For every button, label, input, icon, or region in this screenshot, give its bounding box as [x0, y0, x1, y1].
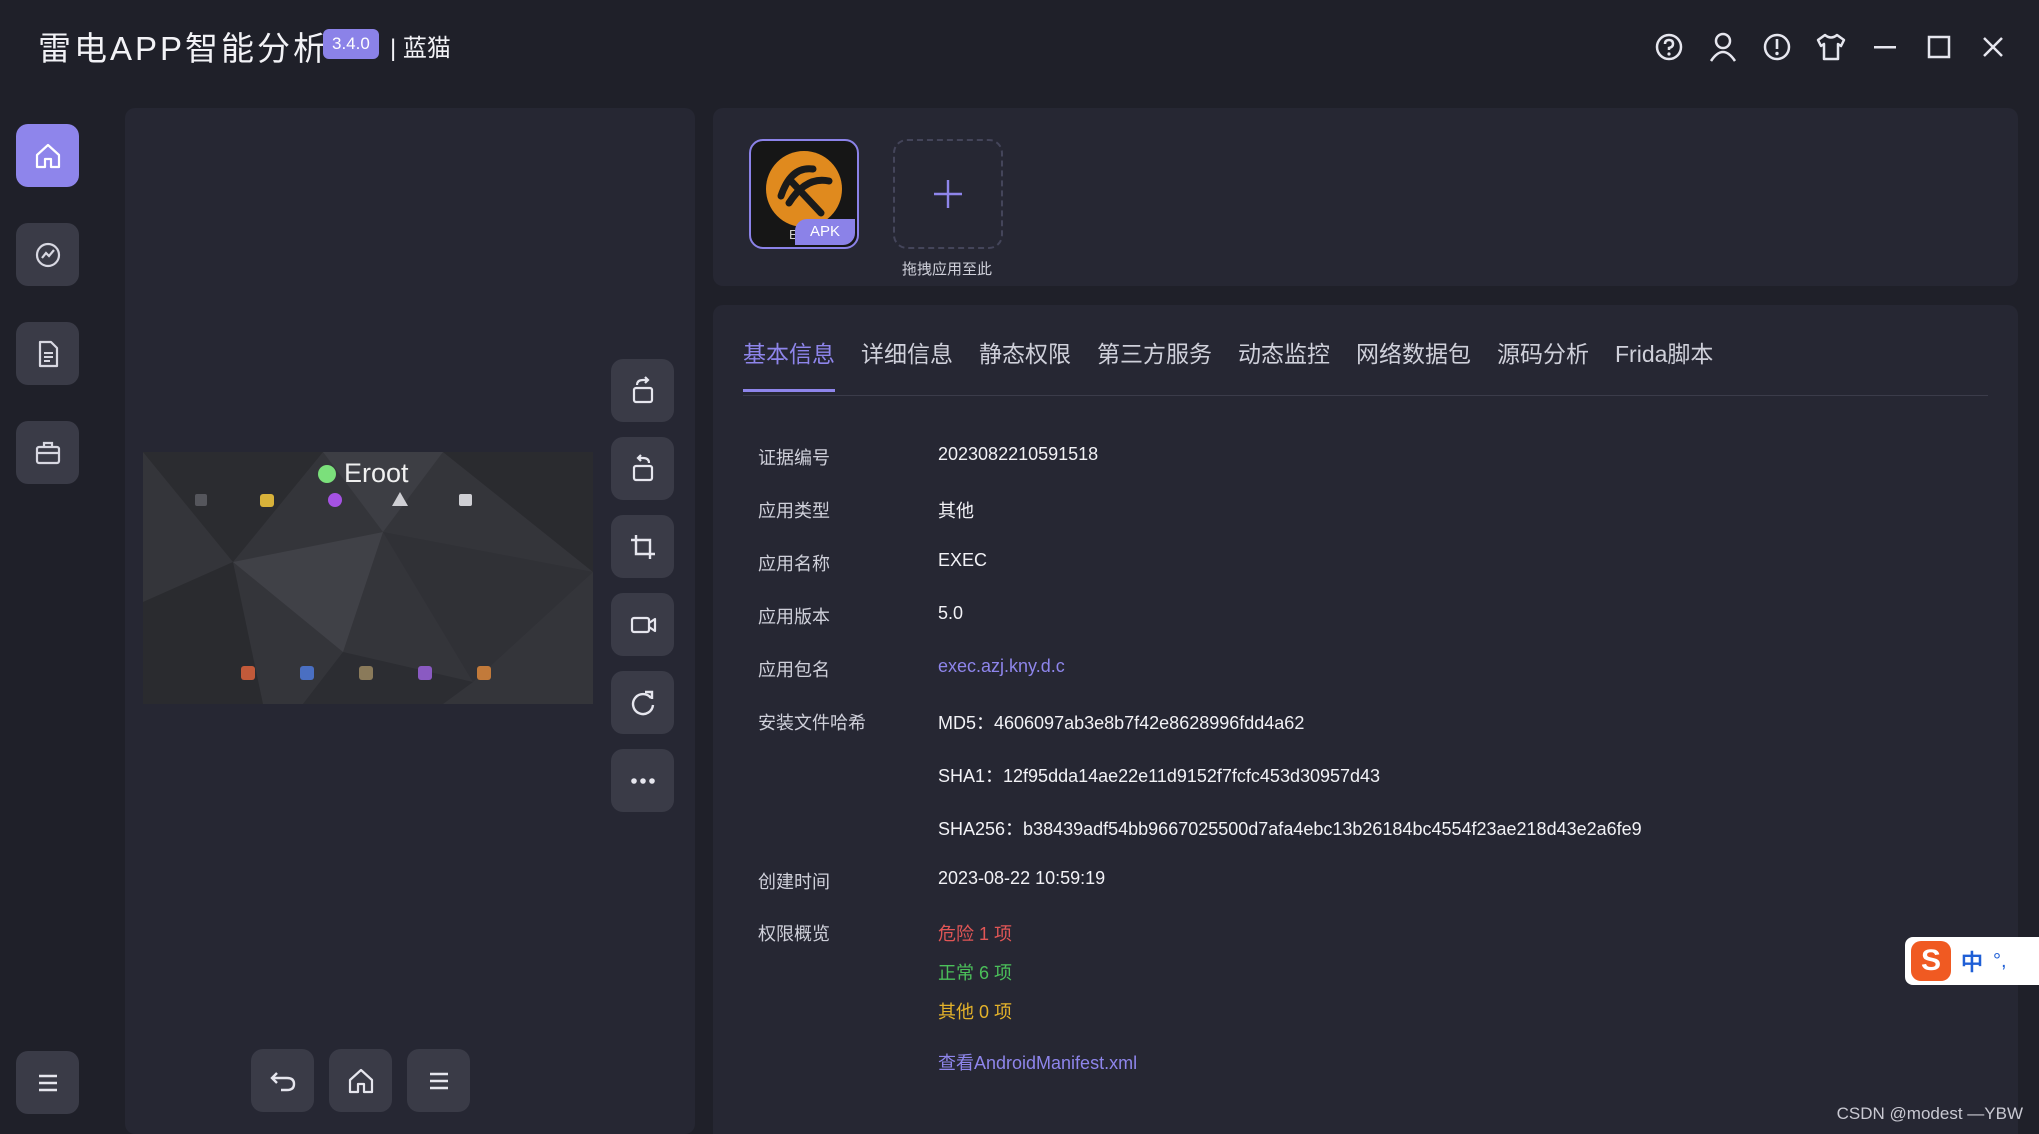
record-button[interactable] — [611, 593, 674, 656]
minimize-icon[interactable] — [1869, 28, 1901, 66]
plus-icon — [934, 180, 962, 208]
user-name: | 蓝猫 — [390, 35, 451, 62]
ime-punctuation[interactable]: °, — [1993, 950, 2007, 973]
tab-dynamic-monitor[interactable]: 动态监控 — [1238, 335, 1330, 392]
menu-icon — [429, 1072, 448, 1089]
refresh-button[interactable] — [611, 671, 674, 734]
perm-normal[interactable]: 正常 6 项 — [938, 959, 1012, 985]
perm-danger[interactable]: 危险 1 项 — [938, 920, 1012, 946]
device-screen[interactable] — [143, 452, 593, 704]
tab-frida-script[interactable]: Frida脚本 — [1615, 335, 1713, 392]
rotate-left-button[interactable] — [611, 359, 674, 422]
tab-divider — [743, 395, 1988, 396]
home-icon — [348, 1068, 373, 1093]
apk-badge: APK — [795, 219, 855, 245]
help-icon[interactable] — [1653, 28, 1685, 66]
nav-menu-button[interactable] — [16, 1051, 79, 1114]
manifest-link[interactable]: 查看AndroidManifest.xml — [938, 1049, 1137, 1075]
dropzone-label: 拖拽应用至此 — [901, 261, 992, 278]
tab-detail-info[interactable]: 详细信息 — [861, 335, 953, 392]
more-button[interactable] — [611, 749, 674, 812]
app-title: 雷电APP智能分析 — [38, 30, 330, 67]
name-label: 应用名称 — [758, 554, 830, 574]
info-panel — [713, 305, 2018, 1134]
close-icon[interactable] — [1977, 28, 2009, 66]
package-label: 应用包名 — [758, 660, 830, 680]
version-label: 应用版本 — [758, 607, 830, 627]
maximize-icon[interactable] — [1923, 28, 1955, 66]
tab-third-party[interactable]: 第三方服务 — [1097, 335, 1212, 392]
user-icon[interactable] — [1707, 28, 1739, 66]
perm-label: 权限概览 — [758, 924, 830, 944]
tab-basic-info[interactable]: 基本信息 — [743, 335, 835, 392]
type-label: 应用类型 — [758, 501, 830, 521]
root-status-text: Eroot — [344, 458, 409, 488]
ime-language[interactable]: 中 — [1961, 945, 1983, 977]
tab-bar: 基本信息 详细信息 静态权限 第三方服务 动态监控 网络数据包 源码分析 Fri… — [743, 335, 1713, 392]
type-value: 其他 — [938, 501, 974, 521]
refresh-icon — [631, 690, 654, 715]
md5-value: MD5：4606097ab3e8b7f42e8628996fdd4a62 — [938, 713, 1305, 733]
camera-icon — [630, 616, 656, 633]
ime-toolbar[interactable]: S 中 °, — [1905, 937, 2039, 985]
hash-label: 安装文件哈希 — [758, 713, 866, 733]
created-label: 创建时间 — [758, 872, 830, 892]
more-icon — [630, 777, 655, 784]
nav-report-button[interactable] — [16, 322, 79, 385]
report-icon — [38, 340, 58, 367]
version-value: 5.0 — [938, 603, 964, 623]
back-icon — [269, 1071, 295, 1091]
version-badge: 3.4.0 — [323, 29, 379, 59]
nav-analysis-button[interactable] — [16, 223, 79, 286]
info-icon[interactable] — [1761, 28, 1793, 66]
tab-source-analysis[interactable]: 源码分析 — [1497, 335, 1589, 392]
rotate-right-button[interactable] — [611, 437, 674, 500]
root-status: Eroot — [318, 458, 409, 489]
left-nav — [0, 88, 106, 1134]
nav-home-button[interactable] — [16, 124, 79, 187]
package-link[interactable]: exec.azj.kny.d.c — [938, 656, 1065, 677]
home-icon — [35, 143, 60, 168]
crop-icon — [630, 534, 655, 559]
sha256-value: SHA256：b38439adf54bb9667025500d7afa4ebc1… — [938, 819, 1642, 839]
menu-icon — [38, 1074, 57, 1091]
add-app-dropzone[interactable] — [893, 139, 1003, 249]
name-value: EXEC — [938, 550, 988, 570]
created-value: 2023-08-22 10:59:19 — [938, 868, 1106, 888]
device-wallpaper — [143, 452, 593, 704]
recent-apps-button[interactable] — [407, 1049, 470, 1112]
tab-network-packets[interactable]: 网络数据包 — [1356, 335, 1471, 392]
status-dot — [318, 464, 336, 483]
toolbox-icon — [35, 441, 60, 464]
back-button[interactable] — [251, 1049, 314, 1112]
ime-logo: S — [1911, 941, 1951, 981]
window-controls — [1653, 28, 2009, 66]
sha1-value: SHA1：12f95dda14ae22e11d9152f7fcfc453d309… — [938, 766, 1381, 786]
shirt-icon[interactable] — [1815, 28, 1847, 66]
cert-label: 证据编号 — [758, 448, 830, 468]
rotate-right-icon — [632, 453, 653, 481]
nav-toolbox-button[interactable] — [16, 421, 79, 484]
perm-other[interactable]: 其他 0 项 — [938, 998, 1012, 1024]
analysis-icon — [35, 242, 60, 267]
title-bar: 雷电APP智能分析 3.4.0 | 蓝猫 — [0, 0, 2039, 88]
device-home-button[interactable] — [329, 1049, 392, 1112]
tab-static-permissions[interactable]: 静态权限 — [979, 335, 1071, 392]
crop-button[interactable] — [611, 515, 674, 578]
watermark: CSDN @modest —YBW — [1836, 1104, 2023, 1123]
cert-value: 2023082210591518 — [938, 444, 1099, 464]
rotate-left-icon — [632, 375, 653, 403]
